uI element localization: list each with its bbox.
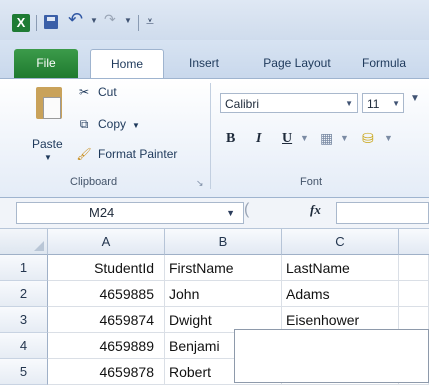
- row-header[interactable]: 3: [0, 307, 48, 333]
- redo-dropdown-icon[interactable]: ▼: [124, 16, 132, 25]
- row-header[interactable]: 5: [0, 359, 48, 385]
- table-cell[interactable]: LastName: [282, 255, 399, 281]
- table-cell[interactable]: StudentId: [48, 255, 165, 281]
- chevron-down-icon: ▼: [392, 99, 400, 108]
- tab-insert[interactable]: Insert: [176, 51, 232, 76]
- row-header[interactable]: 1: [0, 255, 48, 281]
- table-cell[interactable]: [399, 255, 429, 281]
- formula-bar: M24 ▼ ( fx: [0, 198, 429, 229]
- undo-dropdown-icon[interactable]: ▼: [90, 16, 98, 25]
- select-all-button[interactable]: [0, 229, 48, 255]
- ribbon-tabs: File Home Insert Page Layout Formula: [0, 40, 429, 80]
- font-name-value: Calibri: [225, 97, 260, 111]
- font-name-select[interactable]: Calibri ▼: [220, 93, 358, 113]
- copy-icon: ⧉: [79, 117, 89, 131]
- copy-button[interactable]: ⧉ Copy ▼: [76, 117, 140, 132]
- cut-label: Cut: [98, 85, 117, 99]
- undo-icon[interactable]: ↶: [68, 9, 83, 30]
- formula-bar-divider-icon: (: [244, 201, 250, 218]
- column-header-c[interactable]: C: [282, 229, 399, 255]
- tab-file[interactable]: File: [14, 49, 78, 78]
- overlay-panel: [234, 329, 429, 383]
- ribbon-home: Paste ▼ ✂ Cut ⧉ Copy ▼ 🖌 Format Painter Clip…: [0, 78, 429, 198]
- borders-dropdown-icon[interactable]: ▼: [340, 133, 349, 143]
- font-size-value: 11: [367, 97, 380, 111]
- insert-function-button[interactable]: fx: [310, 202, 321, 218]
- table-cell[interactable]: 4659878: [48, 359, 165, 385]
- fill-color-icon[interactable]: ⛁: [362, 131, 374, 148]
- paintbrush-icon: 🖌: [76, 147, 92, 161]
- column-header-d[interactable]: [399, 229, 429, 255]
- underline-dropdown-icon[interactable]: ▼: [300, 133, 309, 143]
- toolbar-divider: [36, 15, 37, 31]
- row-header[interactable]: 4: [0, 333, 48, 359]
- table-cell[interactable]: 4659889: [48, 333, 165, 359]
- column-header-b[interactable]: B: [165, 229, 282, 255]
- font-group-label: Font: [300, 176, 323, 188]
- table-cell[interactable]: FirstName: [165, 255, 282, 281]
- table-cell[interactable]: 4659885: [48, 281, 165, 307]
- format-painter-label: Format Painter: [98, 147, 178, 161]
- save-icon[interactable]: [44, 15, 58, 29]
- table-cell[interactable]: John: [165, 281, 282, 307]
- clipboard-group-label: Clipboard: [70, 176, 118, 188]
- customize-toolbar-icon[interactable]: ⩡: [146, 13, 154, 30]
- excel-app-icon[interactable]: X: [12, 14, 30, 32]
- paste-icon[interactable]: [36, 87, 62, 119]
- font-size-select[interactable]: 11 ▼: [362, 93, 404, 113]
- chevron-down-icon: ▼: [345, 99, 353, 108]
- font-size-dropdown-icon[interactable]: ▼: [410, 93, 420, 104]
- copy-dropdown-icon[interactable]: ▼: [132, 121, 140, 130]
- quick-access-toolbar: X ↶ ▼ ↷ ▼ ⩡: [0, 0, 429, 40]
- redo-icon[interactable]: ↷: [104, 11, 116, 28]
- italic-button[interactable]: I: [256, 131, 261, 147]
- chevron-down-icon: ▼: [226, 208, 235, 218]
- borders-icon[interactable]: ▦: [320, 131, 333, 148]
- column-header-a[interactable]: A: [48, 229, 165, 255]
- tab-page-layout[interactable]: Page Layout: [248, 51, 346, 76]
- paste-dropdown-icon[interactable]: ▼: [44, 153, 52, 162]
- clipboard-group: Paste ▼ ✂ Cut ⧉ Copy ▼ 🖌 Format Painter Clip…: [14, 79, 208, 195]
- clipboard-dialog-launcher-icon[interactable]: ↘: [196, 178, 204, 189]
- row-header[interactable]: 2: [0, 281, 48, 307]
- fill-color-dropdown-icon[interactable]: ▼: [384, 133, 393, 143]
- toolbar-divider: [138, 15, 139, 31]
- name-box[interactable]: M24 ▼: [16, 202, 244, 224]
- scissors-icon: ✂: [78, 85, 90, 99]
- cut-button[interactable]: ✂ Cut: [76, 85, 117, 99]
- underline-button[interactable]: U: [282, 131, 292, 147]
- table-cell[interactable]: [399, 281, 429, 307]
- formula-input[interactable]: [336, 202, 429, 224]
- group-divider: [210, 83, 211, 189]
- copy-label: Copy: [98, 117, 127, 131]
- tab-home[interactable]: Home: [90, 49, 164, 80]
- bold-button[interactable]: B: [226, 131, 235, 147]
- table-cell[interactable]: 4659874: [48, 307, 165, 333]
- table-cell[interactable]: Adams: [282, 281, 399, 307]
- format-painter-button[interactable]: 🖌 Format Painter: [76, 147, 177, 161]
- paste-button[interactable]: Paste: [32, 137, 63, 151]
- name-box-value: M24: [89, 205, 115, 220]
- tab-formulas[interactable]: Formula: [362, 51, 429, 76]
